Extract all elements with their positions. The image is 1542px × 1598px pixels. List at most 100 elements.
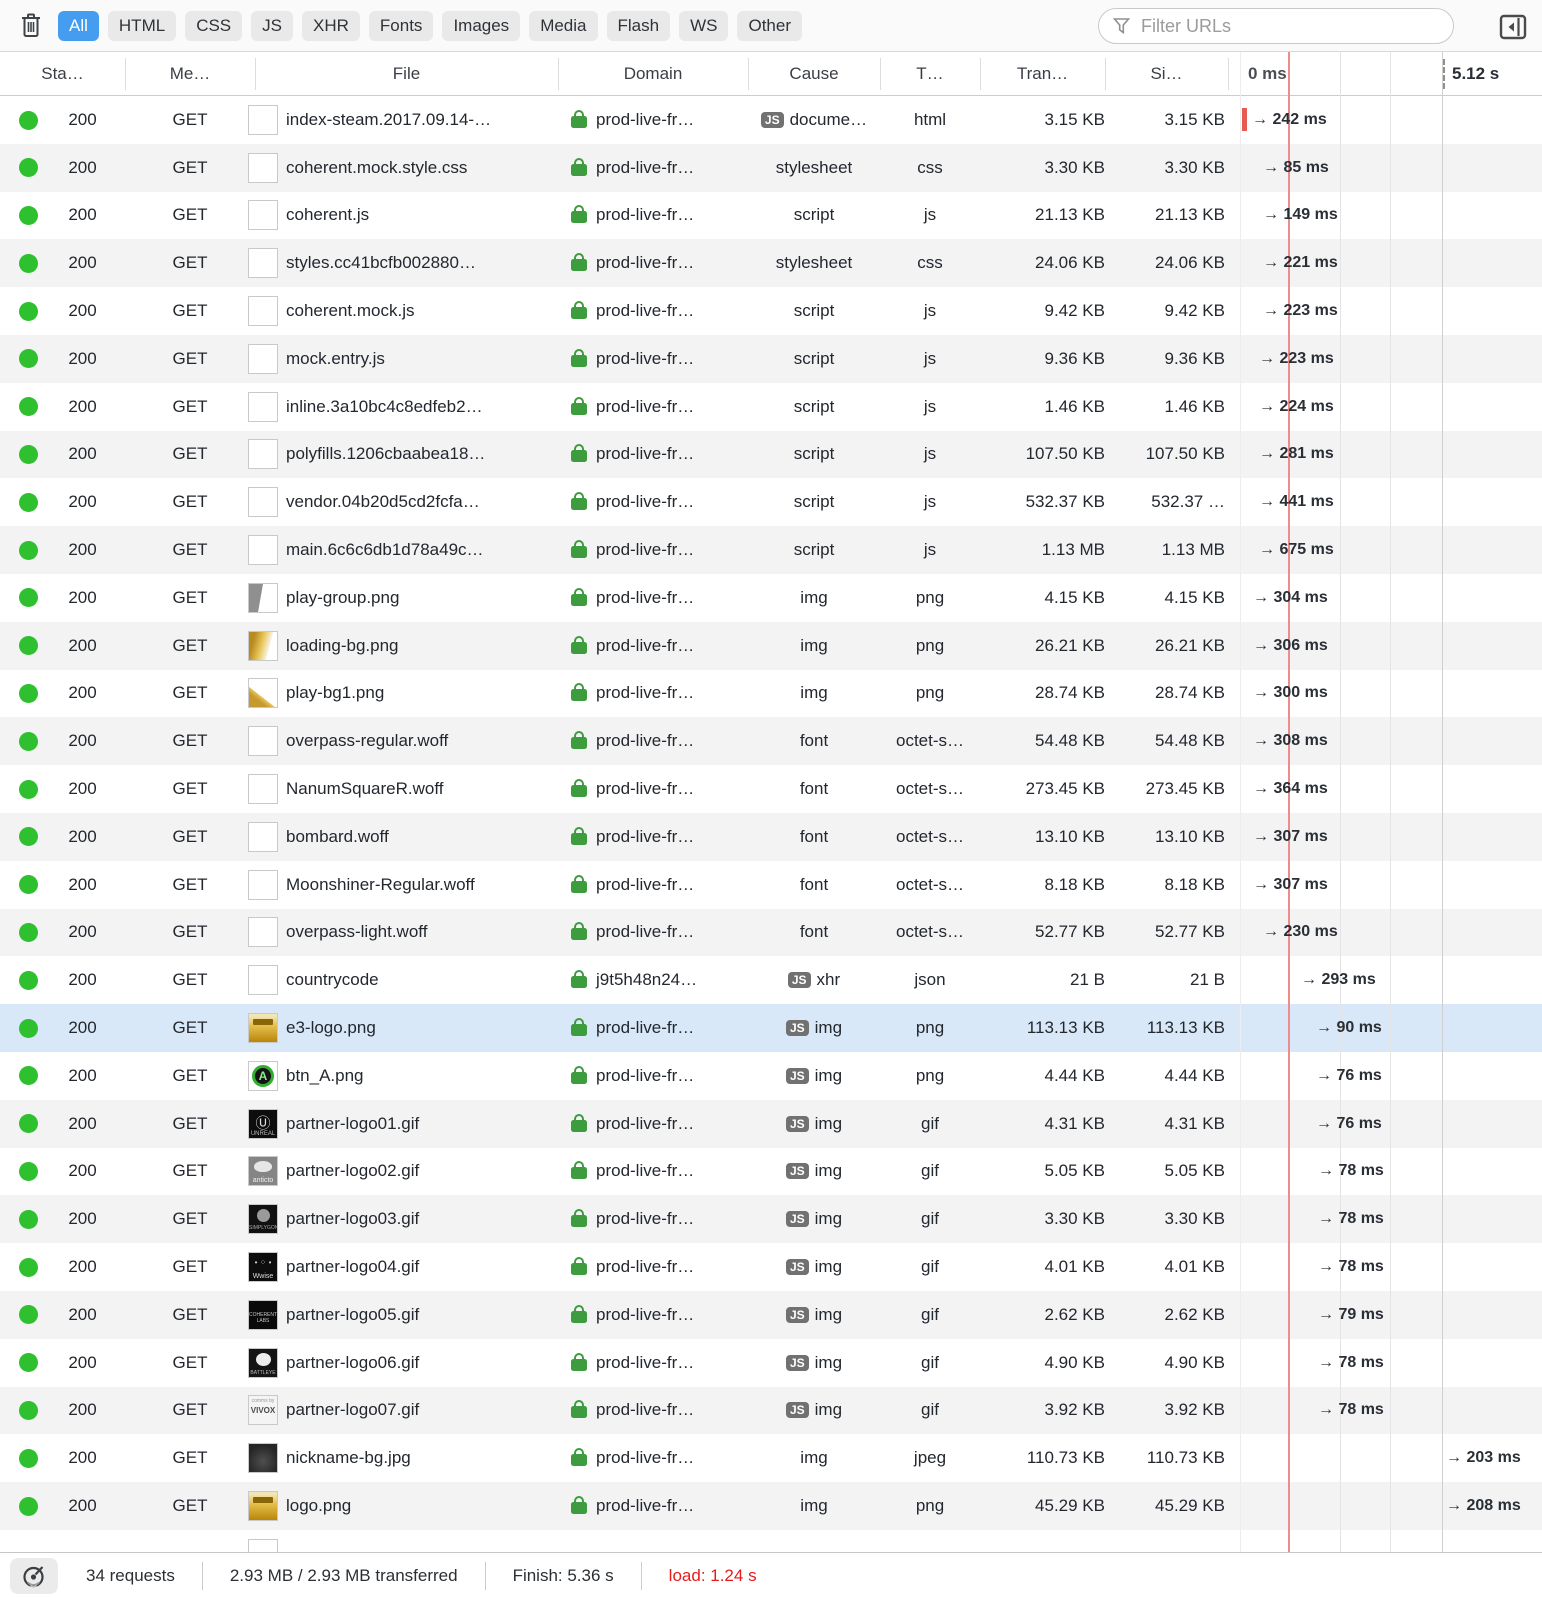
cause-cell: JS img <box>800 1496 828 1515</box>
transferred-cell: 9.36 KB <box>1044 348 1106 368</box>
clear-requests-button[interactable] <box>16 10 46 42</box>
request-row[interactable]: 200 GET partner-logo04.gif prod-live-fr…… <box>0 1243 1542 1291</box>
js-stack-badge[interactable]: JS <box>785 1259 809 1276</box>
type-cell: png <box>915 1065 945 1085</box>
js-stack-badge[interactable]: JS <box>785 1211 809 1228</box>
request-row[interactable]: 200 GET btn_A.png prod-live-fr… JS img p… <box>0 1051 1542 1100</box>
column-header-size[interactable]: Si… <box>1105 52 1228 96</box>
column-header-type[interactable]: T… <box>880 52 980 96</box>
column-divider <box>125 58 126 90</box>
type-cell: gif <box>921 1304 939 1324</box>
file-thumbnail-blank <box>248 248 278 279</box>
split-panel-toggle-button[interactable] <box>1496 10 1530 44</box>
request-row[interactable]: 200 GET play-group.png prod-live-fr… JS … <box>0 573 1542 622</box>
column-header-domain[interactable]: Domain <box>558 52 748 96</box>
transferred-cell: 1.46 KB <box>1044 396 1106 416</box>
filter-tab-fonts[interactable]: Fonts <box>368 10 434 41</box>
type-cell: octet-s… <box>895 874 965 894</box>
column-header-transferred[interactable]: Tran… <box>980 52 1105 96</box>
status-cell: 200 <box>0 956 125 1004</box>
filter-urls-input[interactable] <box>1139 14 1439 38</box>
request-row[interactable]: 200 GET styles.cc41bcfb002880… prod-live… <box>0 239 1542 288</box>
transferred-cell: 3.30 KB <box>1044 157 1106 177</box>
filter-tab-xhr[interactable]: XHR <box>302 10 360 41</box>
request-row[interactable]: 200 GET overpass-regular.woff prod-live-… <box>0 717 1542 766</box>
filter-tab-other[interactable]: Other <box>737 10 802 41</box>
request-row[interactable]: 200 GET play-bg1.png prod-live-fr… JS im… <box>0 669 1542 718</box>
js-stack-badge[interactable]: JS <box>785 1115 809 1132</box>
waterfall-timing-label: → 79 ms <box>1318 1305 1384 1323</box>
size-cell: 113.13 KB <box>1146 1018 1225 1038</box>
request-row[interactable]: 200 GET coherent.js prod-live-fr… JS scr… <box>0 191 1542 240</box>
request-row[interactable]: 200 GET partner-logo03.gif prod-live-fr…… <box>0 1195 1542 1244</box>
request-row[interactable]: 200 GET partner-logo07.gif prod-live-fr…… <box>0 1386 1542 1435</box>
js-stack-badge[interactable]: JS <box>785 1067 809 1084</box>
request-row[interactable]: 200 GET loading-bg.png prod-live-fr… JS … <box>0 621 1542 670</box>
request-row[interactable]: 200 GET NanumSquareR.woff prod-live-fr… … <box>0 765 1542 813</box>
column-divider <box>255 58 256 90</box>
file-thumbnail-play-group <box>248 582 278 613</box>
request-row[interactable]: 200 GET mock.entry.js prod-live-fr… JS s… <box>0 334 1542 383</box>
request-row-partial[interactable] <box>0 1530 1542 1552</box>
column-header-status[interactable]: Sta… <box>0 52 125 96</box>
filter-tab-ws[interactable]: WS <box>679 10 729 41</box>
timeline-tick <box>1240 62 1241 86</box>
filter-tab-images[interactable]: Images <box>442 10 521 41</box>
filter-tab-media[interactable]: Media <box>529 10 598 41</box>
js-stack-badge[interactable]: JS <box>785 1306 809 1323</box>
secure-lock-icon <box>571 1209 587 1228</box>
request-row[interactable]: 200 GET partner-logo06.gif prod-live-fr…… <box>0 1338 1542 1387</box>
request-row[interactable]: 200 GET Moonshiner-Regular.woff prod-liv… <box>0 860 1542 909</box>
column-header-method[interactable]: Me… <box>125 52 255 96</box>
size-cell: 3.15 KB <box>1164 109 1226 129</box>
filter-tab-css[interactable]: CSS <box>185 10 243 41</box>
waterfall-timing-label: → 281 ms <box>1259 445 1334 463</box>
column-header-cause[interactable]: Cause <box>748 52 880 96</box>
js-stack-badge[interactable]: JS <box>787 972 811 989</box>
request-row[interactable]: 200 GET partner-logo01.gif prod-live-fr…… <box>0 1099 1542 1148</box>
js-stack-badge[interactable]: JS <box>785 1354 809 1371</box>
js-stack-badge[interactable]: JS <box>785 1402 809 1419</box>
request-row[interactable]: 200 GET bombard.woff prod-live-fr… JS fo… <box>0 812 1542 861</box>
waterfall-timing-label: → 221 ms <box>1263 254 1338 272</box>
cause-cell: JS img <box>748 1100 880 1148</box>
file-thumbnail-blank <box>248 774 278 805</box>
size-cell: 107.50 KB <box>1145 444 1225 464</box>
request-row[interactable]: 200 GET coherent.mock.js prod-live-fr… J… <box>0 287 1542 335</box>
request-row[interactable]: 200 GET partner-logo05.gif prod-live-fr…… <box>0 1290 1542 1339</box>
request-row[interactable]: 200 GET partner-logo02.gif prod-live-fr…… <box>0 1147 1542 1196</box>
request-row[interactable]: 200 GET polyfills.1206cbaabea18… prod-li… <box>0 430 1542 479</box>
request-row[interactable]: 200 GET nickname-bg.jpg prod-live-fr… JS… <box>0 1434 1542 1483</box>
secure-lock-icon <box>571 1304 587 1323</box>
request-row[interactable]: 200 GET inline.3a10bc4c8edfeb2… prod-liv… <box>0 382 1542 431</box>
filter-tab-js[interactable]: JS <box>251 10 293 41</box>
domain-cell: prod-live-fr… <box>558 1482 748 1530</box>
request-row[interactable]: 200 GET main.6c6c6db1d78a49c… prod-live-… <box>0 526 1542 574</box>
request-row[interactable]: 200 GET vendor.04b20d5cd2fcfa… prod-live… <box>0 478 1542 527</box>
js-stack-badge[interactable]: JS <box>785 1163 809 1180</box>
method-cell: GET <box>172 1352 208 1372</box>
request-row[interactable]: 200 GET coherent.mock.style.css prod-liv… <box>0 143 1542 192</box>
request-row[interactable]: 200 GET logo.png prod-live-fr… JS img pn… <box>0 1482 1542 1530</box>
column-header-file[interactable]: File <box>255 52 558 96</box>
file-cell: NanumSquareR.woff <box>248 765 560 813</box>
performance-analysis-button[interactable] <box>10 1557 58 1594</box>
method-cell: GET <box>172 779 208 799</box>
type-cell: png <box>915 683 945 703</box>
request-row[interactable]: 200 GET countrycode j9t5h48n24… JS xhr j… <box>0 956 1542 1005</box>
waterfall-timing-label: → 85 ms <box>1263 158 1329 176</box>
request-row[interactable]: 200 GET e3-logo.png prod-live-fr… JS img… <box>0 1004 1542 1052</box>
status-ok-icon <box>19 1018 38 1038</box>
filter-tab-all[interactable]: All <box>58 10 99 41</box>
request-row[interactable]: 200 GET index-steam.2017.09.14-… prod-li… <box>0 96 1542 144</box>
js-stack-badge[interactable]: JS <box>785 1020 809 1037</box>
status-cell: 200 <box>0 574 125 622</box>
filter-tab-html[interactable]: HTML <box>107 10 177 41</box>
filter-tab-flash[interactable]: Flash <box>606 10 671 41</box>
domain-cell: prod-live-fr… <box>558 144 748 192</box>
request-row[interactable]: 200 GET overpass-light.woff prod-live-fr… <box>0 908 1542 957</box>
js-stack-badge[interactable]: JS <box>760 111 784 128</box>
size-cell: 4.44 KB <box>1164 1065 1226 1085</box>
column-divider <box>748 58 749 90</box>
domain-cell: prod-live-fr… <box>558 1339 748 1387</box>
